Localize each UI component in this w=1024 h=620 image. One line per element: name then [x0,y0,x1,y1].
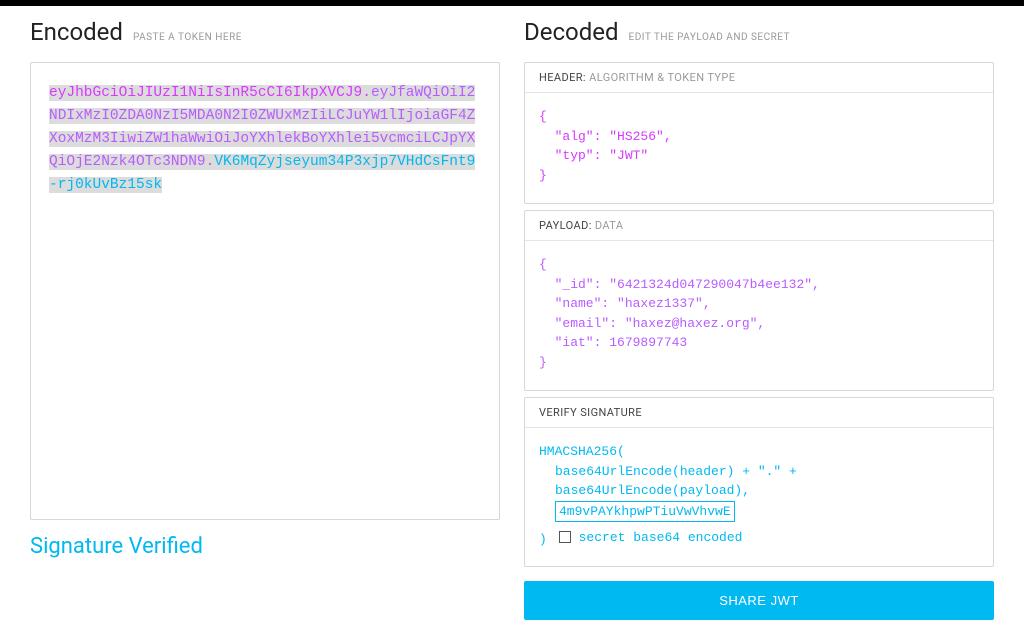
decoded-column: Decoded EDIT THE PAYLOAD AND SECRET HEAD… [524,18,994,620]
decoded-payload-panel: PAYLOAD: DATA { "_id": "6421324d04729004… [524,210,994,391]
secret-input-row [539,501,979,522]
decoded-header-panel: HEADER: ALGORITHM & TOKEN TYPE { "alg": … [524,62,994,204]
jwt-token-text[interactable]: eyJhbGciOiJIUzI1NiIsInR5cCI6IkpXVCJ9.eyJ… [49,85,475,193]
verify-signature-label: VERIFY SIGNATURE [539,406,642,419]
secret-input[interactable] [555,501,735,522]
verify-signature-body: HMACSHA256( base64UrlEncode(header) + ".… [525,428,993,566]
hmac-func-close: ) [539,530,547,550]
payload-sublabel: DATA [595,219,624,232]
token-dot-1: . [362,85,371,101]
main-container: Encoded PASTE A TOKEN HERE eyJhbGciOiJIU… [0,6,1024,620]
token-header-segment: eyJhbGciOiJIUzI1NiIsInR5cCI6IkpXVCJ9 [49,85,362,101]
secret-base64-row: secret base64 encoded [559,528,743,548]
decoded-title: Decoded [524,18,619,46]
encoded-heading-row: Encoded PASTE A TOKEN HERE [30,18,500,46]
signature-verified-label: Signature Verified [30,534,500,559]
header-label: HEADER: [539,71,586,84]
encoded-hint: PASTE A TOKEN HERE [133,32,242,43]
payload-label: PAYLOAD: [539,219,592,232]
secret-base64-label: secret base64 encoded [579,528,743,548]
encoded-title: Encoded [30,18,123,46]
encoded-column: Encoded PASTE A TOKEN HERE eyJhbGciOiJIU… [30,18,500,620]
decoded-heading-row: Decoded EDIT THE PAYLOAD AND SECRET [524,18,994,46]
hmac-func-open: HMACSHA256( [539,444,625,459]
decoded-payload-label-row: PAYLOAD: DATA [525,211,993,241]
encoded-textarea[interactable]: eyJhbGciOiJIUzI1NiIsInR5cCI6IkpXVCJ9.eyJ… [30,62,500,520]
payload-json-editor[interactable]: { "_id": "6421324d047290047b4ee132", "na… [525,241,993,390]
share-jwt-button[interactable]: SHARE JWT [524,581,994,620]
verify-signature-panel: VERIFY SIGNATURE HMACSHA256( base64UrlEn… [524,397,994,567]
verify-signature-label-row: VERIFY SIGNATURE [525,398,993,428]
decoded-hint: EDIT THE PAYLOAD AND SECRET [629,32,791,43]
decoded-header-label-row: HEADER: ALGORITHM & TOKEN TYPE [525,63,993,93]
header-json-editor[interactable]: { "alg": "HS256", "typ": "JWT" } [525,93,993,203]
header-sublabel: ALGORITHM & TOKEN TYPE [589,71,735,84]
sig-line-1: base64UrlEncode(header) + "." + [539,462,979,482]
sig-line-2: base64UrlEncode(payload), [539,481,979,501]
secret-base64-checkbox[interactable] [559,531,571,543]
